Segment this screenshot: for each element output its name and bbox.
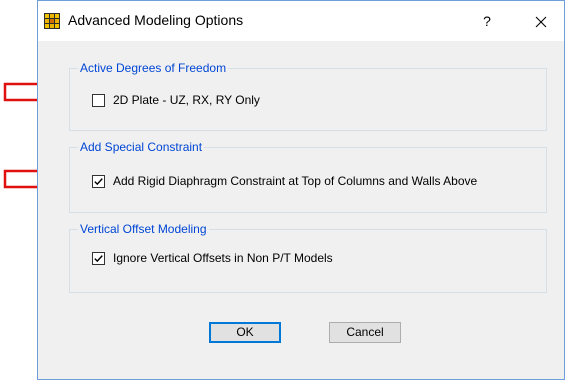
group-label: Add Special Constraint [78, 140, 205, 154]
checkbox-label: Ignore Vertical Offsets in Non P/T Model… [113, 251, 333, 265]
checkmark-icon [94, 177, 103, 185]
close-button[interactable] [518, 1, 564, 41]
group-add-special-constraint: Add Special Constraint Add Rigid Diaphra… [69, 140, 547, 213]
close-icon [535, 16, 547, 28]
checkbox-ignore-vertical-offsets[interactable]: Ignore Vertical Offsets in Non P/T Model… [92, 250, 333, 266]
checkmark-icon [94, 254, 103, 262]
app-grid-icon [44, 13, 60, 29]
checkbox-label: Add Rigid Diaphragm Constraint at Top of… [113, 174, 478, 188]
ok-button[interactable]: OK [209, 322, 281, 343]
checkbox-box-unchecked[interactable] [92, 93, 105, 107]
title-bar[interactable]: Advanced Modeling Options ? [38, 1, 564, 41]
dialog-title: Advanced Modeling Options [68, 12, 244, 28]
group-label: Vertical Offset Modeling [78, 222, 209, 236]
cancel-button[interactable]: Cancel [329, 322, 401, 343]
checkbox-label: 2D Plate - UZ, RX, RY Only [113, 93, 260, 107]
checkbox-box-checked[interactable] [92, 251, 105, 265]
checkbox-rigid-diaphragm[interactable]: Add Rigid Diaphragm Constraint at Top of… [92, 173, 477, 189]
checkbox-2d-plate[interactable]: 2D Plate - UZ, RX, RY Only [92, 92, 260, 108]
help-button[interactable]: ? [464, 1, 510, 41]
group-label: Active Degrees of Freedom [78, 61, 229, 75]
checkbox-box-checked[interactable] [92, 174, 105, 188]
group-active-degrees-of-freedom: Active Degrees of Freedom 2D Plate - UZ,… [69, 61, 547, 131]
screenshot-stage: Advanced Modeling Options ? Active Degre… [0, 0, 570, 382]
group-vertical-offset-modeling: Vertical Offset Modeling Ignore Vertical… [69, 222, 547, 293]
advanced-modeling-options-dialog: Advanced Modeling Options ? Active Degre… [37, 0, 565, 380]
